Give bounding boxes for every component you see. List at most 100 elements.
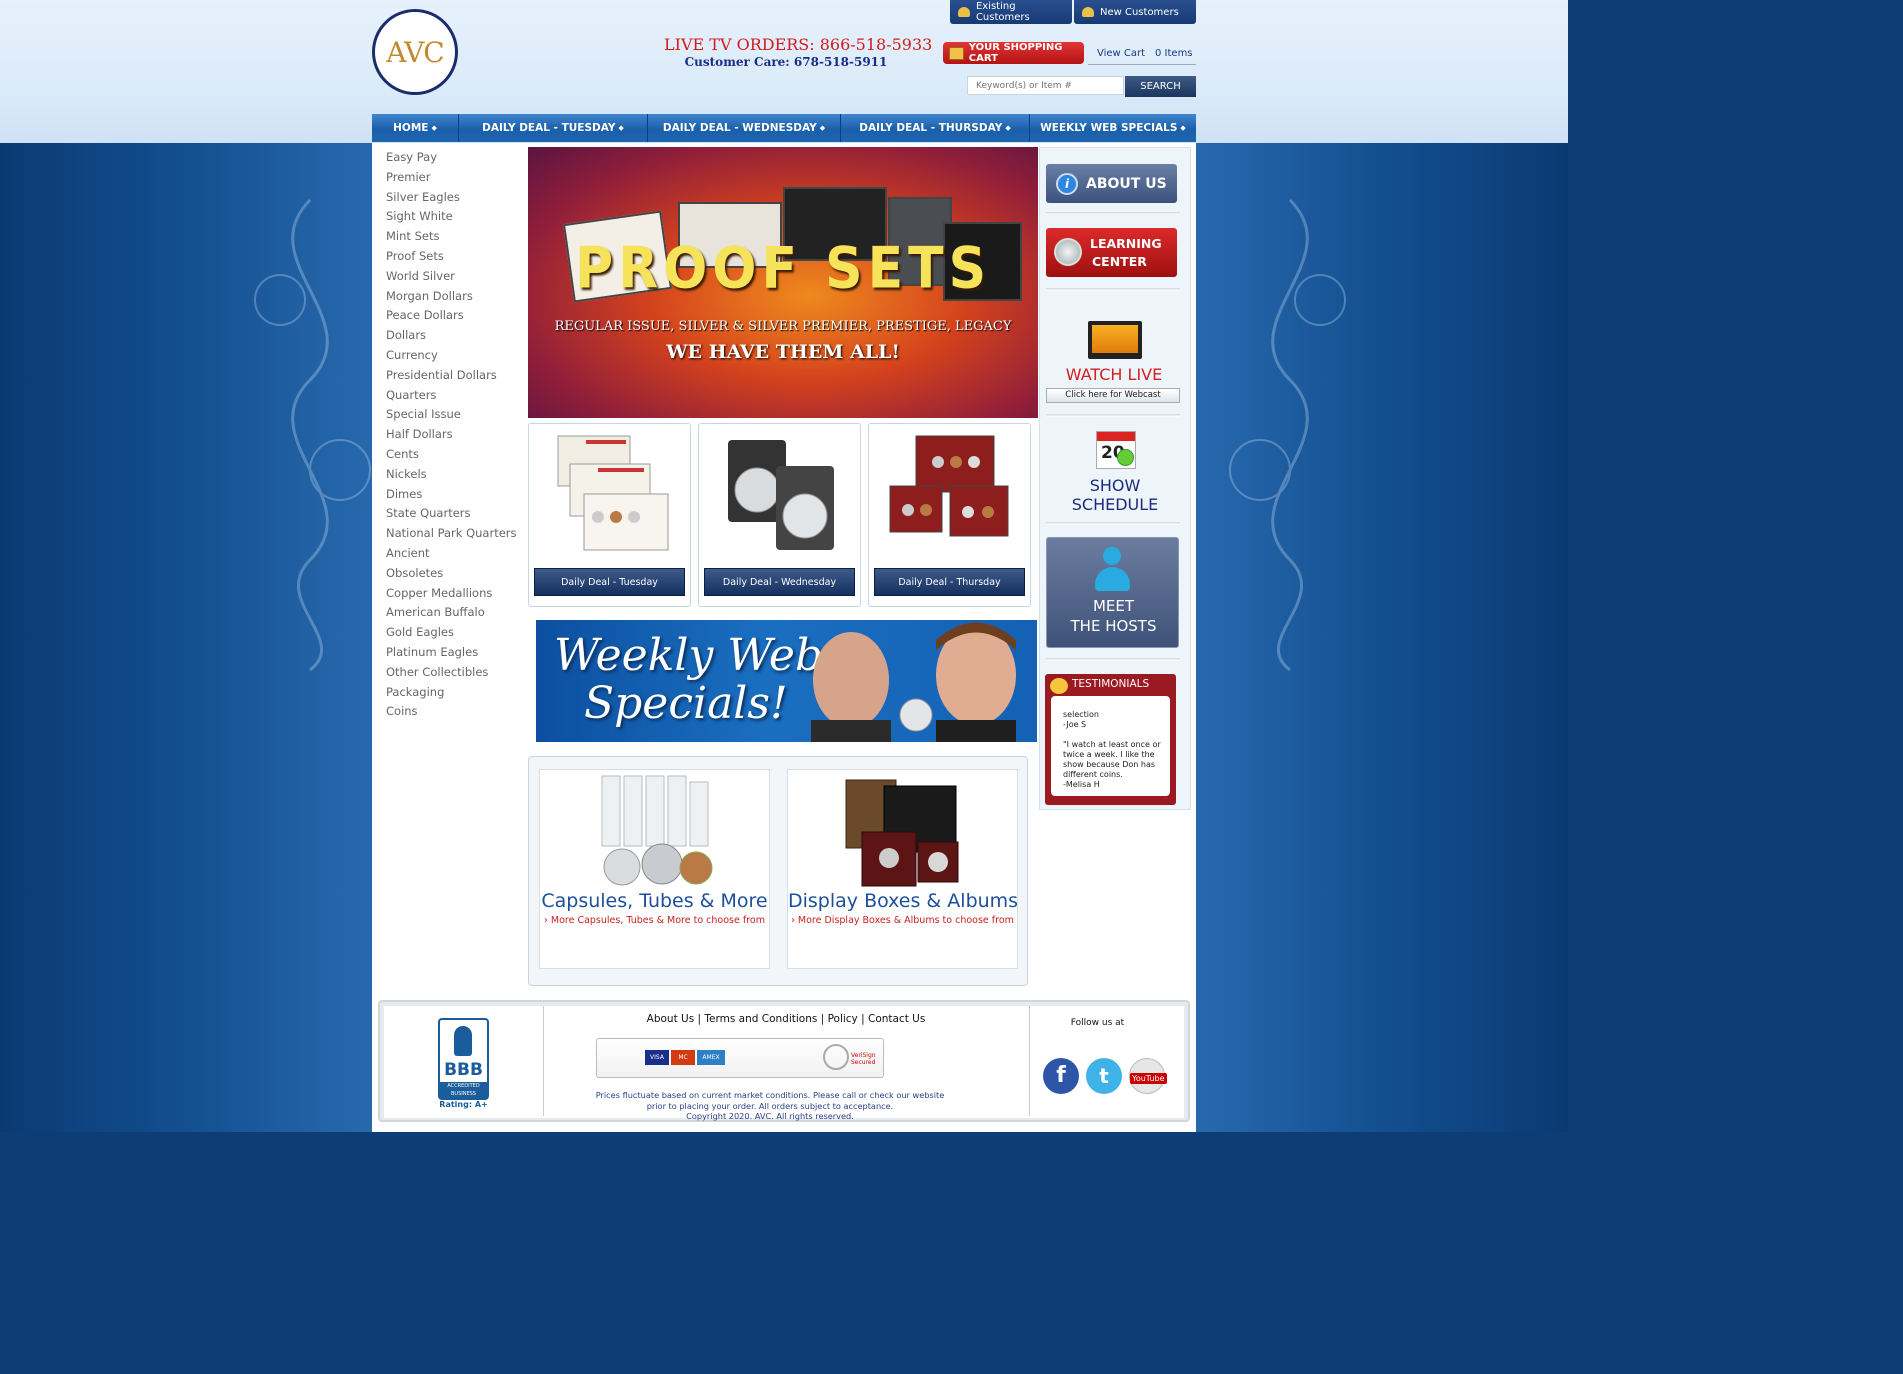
display-boxes-more-link[interactable]: › More Display Boxes & Albums to choose … bbox=[788, 915, 1017, 926]
weekly-line-2: Specials! bbox=[584, 678, 788, 729]
capsules-tubes-card[interactable]: Capsules, Tubes & More › More Capsules, … bbox=[539, 769, 770, 969]
verisign-badge[interactable]: VeriSign Secured bbox=[823, 1044, 881, 1072]
deal-card-tuesday[interactable]: Daily Deal - Tuesday bbox=[528, 423, 691, 607]
search-input[interactable] bbox=[967, 76, 1124, 95]
divider bbox=[1046, 288, 1180, 291]
sidebar-category-link[interactable]: Peace Dollars bbox=[386, 306, 524, 326]
footer-policy-link[interactable]: Policy bbox=[828, 1013, 858, 1025]
sidebar-category-link[interactable]: Packaging bbox=[386, 683, 524, 703]
sidebar-category-link[interactable]: Nickels bbox=[386, 465, 524, 485]
bbb-accredited-label: ACCREDITED BUSINESS bbox=[440, 1082, 487, 1098]
sidebar-category-link[interactable]: Ancient bbox=[386, 544, 524, 564]
capsules-more-text: More Capsules, Tubes & More to choose fr… bbox=[550, 915, 765, 926]
nav-daily-deal-thursday[interactable]: DAILY DEAL - THURSDAY ◆ bbox=[841, 114, 1030, 142]
hero-subtitle: REGULAR ISSUE, SILVER & SILVER PREMIER, … bbox=[554, 319, 1012, 334]
daily-deal-wednesday-button[interactable]: Daily Deal - Wednesday bbox=[704, 568, 855, 596]
sidebar-category-link[interactable]: Dimes bbox=[386, 485, 524, 505]
webcast-button[interactable]: Click here for Webcast bbox=[1046, 388, 1180, 403]
sidebar-category-link[interactable]: Silver Eagles bbox=[386, 188, 524, 208]
display-boxes-title[interactable]: Display Boxes & Albums bbox=[788, 890, 1018, 912]
coin-tubes-image bbox=[601, 775, 713, 886]
footer-contact-link[interactable]: Contact Us bbox=[868, 1013, 925, 1025]
sidebar-category-link[interactable]: Half Dollars bbox=[386, 425, 524, 445]
follow-us-label: Follow us at bbox=[1070, 1018, 1125, 1028]
daily-deal-tuesday-button[interactable]: Daily Deal - Tuesday bbox=[534, 568, 685, 596]
avc-logo[interactable]: AVC bbox=[372, 9, 458, 95]
sidebar-category-link[interactable]: Dollars bbox=[386, 326, 524, 346]
sidebar-category-link[interactable]: Coins bbox=[386, 702, 524, 722]
footer-terms-link[interactable]: Terms and Conditions bbox=[704, 1013, 817, 1025]
display-boxes-card[interactable]: Display Boxes & Albums › More Display Bo… bbox=[787, 769, 1018, 969]
customer-care-phone: Customer Care: 678-518-5911 bbox=[684, 55, 888, 69]
sidebar-category-link[interactable]: Easy Pay bbox=[386, 148, 524, 168]
show-schedule-line-2: SCHEDULE bbox=[1071, 495, 1159, 514]
sidebar-category-link[interactable]: Morgan Dollars bbox=[386, 287, 524, 307]
facebook-icon[interactable]: f bbox=[1043, 1058, 1079, 1094]
nav-daily-deal-tuesday[interactable]: DAILY DEAL - TUESDAY ◆ bbox=[459, 114, 648, 142]
watch-live-link[interactable]: WATCH LIVE bbox=[1046, 365, 1182, 384]
info-icon: i bbox=[1056, 172, 1078, 195]
sidebar-category-link[interactable]: Currency bbox=[386, 346, 524, 366]
nav-daily-deal-wednesday[interactable]: DAILY DEAL - WEDNESDAY ◆ bbox=[648, 114, 841, 142]
nav-home-label: HOME bbox=[393, 122, 429, 134]
weekly-web-specials-banner[interactable]: Weekly Web Specials! bbox=[536, 620, 1037, 742]
hero-title: PROOF SETS bbox=[574, 236, 992, 302]
footer-about-us-link[interactable]: About Us bbox=[647, 1013, 695, 1025]
sidebar-category-link[interactable]: Obsoletes bbox=[386, 564, 524, 584]
shopping-cart-button[interactable]: YOUR SHOPPING CART bbox=[943, 42, 1084, 64]
hosts-photo bbox=[811, 622, 1016, 742]
about-us-label: ABOUT US bbox=[1086, 175, 1167, 192]
nav-weekly-label: WEEKLY WEB SPECIALS bbox=[1040, 122, 1178, 134]
sidebar-category-link[interactable]: Copper Medallions bbox=[386, 584, 524, 604]
capsules-more-link[interactable]: › More Capsules, Tubes & More to choose … bbox=[540, 915, 769, 926]
nav-weekly-web-specials[interactable]: WEEKLY WEB SPECIALS ◆ bbox=[1030, 114, 1196, 142]
sidebar-category-link[interactable]: Mint Sets bbox=[386, 227, 524, 247]
capsules-title[interactable]: Capsules, Tubes & More bbox=[540, 890, 769, 912]
tv-icon[interactable] bbox=[1088, 321, 1142, 359]
sidebar-category-link[interactable]: Cents bbox=[386, 445, 524, 465]
bbb-accredited-badge[interactable]: BBB ACCREDITED BUSINESS bbox=[438, 1018, 489, 1100]
search-button[interactable]: SEARCH bbox=[1125, 76, 1196, 97]
cart-box-icon bbox=[949, 46, 964, 60]
sidebar-category-link[interactable]: Proof Sets bbox=[386, 247, 524, 267]
deal-card-wednesday[interactable]: Daily Deal - Wednesday bbox=[698, 423, 861, 607]
disclaimer-line-1: Prices fluctuate based on current market… bbox=[595, 1090, 945, 1100]
divider bbox=[1046, 522, 1180, 525]
sidebar-category-link[interactable]: National Park Quarters bbox=[386, 524, 524, 544]
clock-icon bbox=[1117, 449, 1134, 466]
learning-center-button[interactable]: LEARNING CENTER bbox=[1046, 228, 1177, 277]
new-customers-button[interactable]: New Customers bbox=[1074, 0, 1196, 24]
sidebar-category-link[interactable]: Special Issue bbox=[386, 405, 524, 425]
sidebar-category-link[interactable]: Quarters bbox=[386, 386, 524, 406]
youtube-icon[interactable]: YouTube bbox=[1129, 1058, 1167, 1094]
testimonials-widget[interactable]: TESTIMONIALS selection -Joe S "I watch a… bbox=[1045, 674, 1176, 805]
meet-the-hosts-button[interactable]: MEET THE HOSTS bbox=[1046, 537, 1179, 648]
bbb-rating: Rating: A+ bbox=[439, 1100, 488, 1109]
twitter-icon[interactable]: t bbox=[1086, 1058, 1122, 1094]
sidebar-category-link[interactable]: Platinum Eagles bbox=[386, 643, 524, 663]
sidebar-category-link[interactable]: American Buffalo bbox=[386, 603, 524, 623]
view-cart-link[interactable]: View Cart bbox=[1097, 48, 1145, 59]
learning-label-1: LEARNING bbox=[1090, 236, 1162, 251]
existing-customers-label: Existing Customers bbox=[975, 1, 1030, 23]
cart-divider bbox=[1088, 64, 1196, 65]
cart-items-count[interactable]: 0 Items bbox=[1155, 48, 1193, 59]
nav-home[interactable]: HOME ◆ bbox=[372, 114, 459, 142]
deal-card-thursday[interactable]: Daily Deal - Thursday bbox=[868, 423, 1031, 607]
sidebar-category-link[interactable]: Presidential Dollars bbox=[386, 366, 524, 386]
sidebar-category-link[interactable]: State Quarters bbox=[386, 504, 524, 524]
display-boxes-image bbox=[845, 779, 959, 887]
sidebar-category-link[interactable]: World Silver bbox=[386, 267, 524, 287]
sidebar-category-link[interactable]: Gold Eagles bbox=[386, 623, 524, 643]
calendar-icon[interactable]: 20 bbox=[1096, 431, 1136, 469]
existing-customers-button[interactable]: Existing Customers bbox=[950, 0, 1072, 24]
proof-sets-banner[interactable]: PROOF SETS REGULAR ISSUE, SILVER & SILVE… bbox=[528, 147, 1038, 418]
show-schedule-link[interactable]: SHOW SCHEDULE bbox=[1046, 476, 1184, 514]
about-us-button[interactable]: i ABOUT US bbox=[1046, 164, 1177, 203]
daily-deal-thursday-button[interactable]: Daily Deal - Thursday bbox=[874, 568, 1025, 596]
sidebar-category-link[interactable]: Other Collectibles bbox=[386, 663, 524, 683]
sidebar-category-link[interactable]: Premier bbox=[386, 168, 524, 188]
disclaimer: Prices fluctuate based on current market… bbox=[544, 1090, 996, 1122]
tv-screen bbox=[1092, 325, 1138, 353]
sidebar-category-link[interactable]: Sight White bbox=[386, 207, 524, 227]
